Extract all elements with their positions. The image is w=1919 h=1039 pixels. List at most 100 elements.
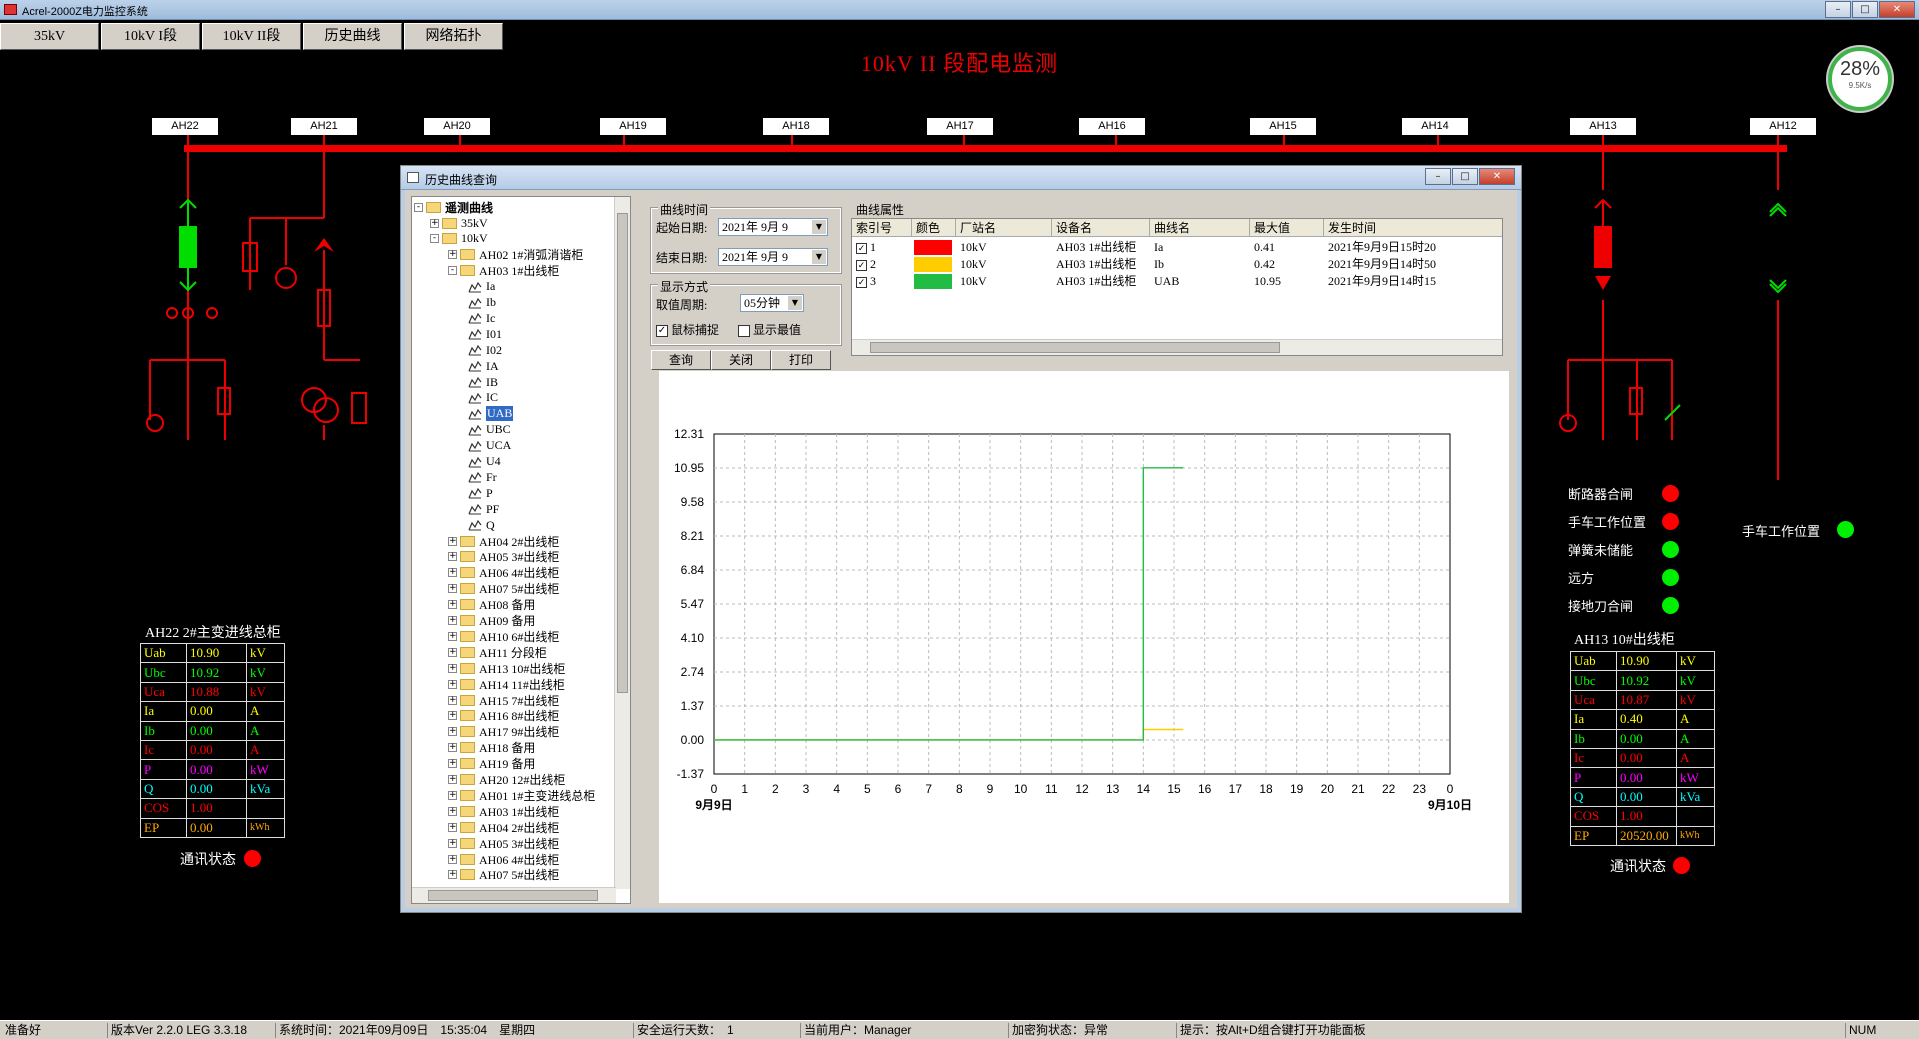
cabinet-label-ah20[interactable]: AH20 bbox=[424, 118, 490, 135]
cursor-capture-checkbox[interactable]: ✓ bbox=[656, 325, 668, 338]
tree-curve-item[interactable]: UCA bbox=[468, 438, 511, 454]
tree-curve-item[interactable]: IC bbox=[468, 390, 498, 406]
tree-curve-item[interactable]: I02 bbox=[468, 342, 502, 358]
expand-icon[interactable]: + bbox=[448, 584, 457, 594]
tree-folder-item[interactable]: + AH03 1#出线柜 bbox=[448, 803, 559, 819]
cabinet-label-ah15[interactable]: AH15 bbox=[1250, 118, 1316, 135]
tree-folder-item[interactable]: + AH06 4#出线柜 bbox=[448, 851, 559, 867]
expand-icon[interactable]: + bbox=[448, 250, 457, 260]
tree-curve-item[interactable]: UBC bbox=[468, 422, 511, 438]
network-gauge[interactable]: 28% 9.5K/s bbox=[1828, 47, 1892, 111]
props-column-header[interactable]: 最大值 bbox=[1250, 219, 1324, 237]
collapse-icon[interactable]: - bbox=[430, 234, 439, 244]
cabinet-label-ah14[interactable]: AH14 bbox=[1402, 118, 1468, 135]
tree-folder-item[interactable]: + AH04 2#出线柜 bbox=[448, 533, 559, 549]
props-column-header[interactable]: 索引号 bbox=[852, 219, 912, 237]
cabinet-label-ah22[interactable]: AH22 bbox=[152, 118, 218, 135]
tree-vertical-scrollbar[interactable] bbox=[614, 197, 630, 889]
tree-curve-item[interactable]: IB bbox=[468, 374, 498, 390]
dialog-minimize-button[interactable]: – bbox=[1425, 168, 1451, 185]
end-date-picker[interactable]: 2021年 9月 9 ▼ bbox=[718, 248, 828, 266]
expand-icon[interactable]: + bbox=[448, 631, 457, 641]
expand-icon[interactable]: + bbox=[448, 647, 457, 657]
expand-icon[interactable]: + bbox=[448, 870, 457, 880]
chevron-down-icon[interactable]: ▼ bbox=[812, 220, 826, 234]
tree-curve-item[interactable]: Ic bbox=[468, 310, 495, 326]
close-button[interactable]: ✕ bbox=[1879, 1, 1915, 18]
curve-visible-checkbox[interactable]: ✓ bbox=[856, 276, 867, 288]
props-color-swatch[interactable] bbox=[914, 240, 952, 255]
expand-icon[interactable]: + bbox=[448, 822, 457, 832]
expand-icon[interactable]: + bbox=[448, 806, 457, 816]
tree-folder-item[interactable]: + AH19 备用 bbox=[448, 756, 535, 772]
expand-icon[interactable]: + bbox=[448, 552, 457, 562]
tree-folder-item[interactable]: + AH07 5#出线柜 bbox=[448, 867, 559, 883]
collapse-icon[interactable]: - bbox=[414, 202, 423, 212]
tree-curve-item[interactable]: Fr bbox=[468, 469, 497, 485]
period-select[interactable]: 05分钟 ▼ bbox=[740, 294, 804, 312]
props-column-header[interactable]: 厂站名 bbox=[956, 219, 1052, 237]
tree-horizontal-scrollbar[interactable] bbox=[412, 887, 616, 903]
props-column-header[interactable]: 发生时间 bbox=[1324, 219, 1502, 237]
chevron-down-icon[interactable]: ▼ bbox=[788, 296, 802, 310]
props-row[interactable]: ✓ 3 10kV AH03 1#出线柜 UAB 10.95 2021年9月9日14时15 bbox=[852, 273, 1502, 290]
cabinet-label-ah17[interactable]: AH17 bbox=[927, 118, 993, 135]
tree-folder-item[interactable]: + AH08 备用 bbox=[448, 597, 535, 613]
cabinet-label-ah19[interactable]: AH19 bbox=[600, 118, 666, 135]
curve-visible-checkbox[interactable]: ✓ bbox=[856, 242, 867, 254]
tree-folder-item[interactable]: + AH05 3#出线柜 bbox=[448, 835, 559, 851]
tree-folder-item[interactable]: + AH01 1#主变进线总柜 bbox=[448, 787, 595, 803]
curve-tree[interactable]: - 遥测曲线 +35kV -10kV + AH02 1#消弧消谐柜 - AH03 1#出线柜 I… bbox=[411, 196, 631, 904]
props-color-swatch[interactable] bbox=[914, 274, 952, 289]
query-button[interactable]: 查询 bbox=[651, 350, 711, 370]
expand-icon[interactable]: + bbox=[448, 711, 457, 721]
expand-icon[interactable]: + bbox=[448, 838, 457, 848]
expand-icon[interactable]: + bbox=[448, 727, 457, 737]
expand-icon[interactable]: + bbox=[448, 775, 457, 784]
props-color-swatch[interactable] bbox=[914, 257, 952, 272]
print-button[interactable]: 打印 bbox=[771, 350, 831, 370]
expand-icon[interactable]: + bbox=[448, 695, 457, 705]
curve-props-list[interactable]: 索引号 颜色 厂站名 设备名 曲线名 最大值 发生时间 ✓ 1 10kV AH03 1#出线柜 I… bbox=[851, 218, 1503, 356]
tree-folder-item[interactable]: + AH06 4#出线柜 bbox=[448, 565, 559, 581]
history-chart[interactable]: 12.31 10.95 9.58 8.21 6.84 5.47 4.10 2.74 1.37 0.… bbox=[659, 371, 1509, 903]
collapse-icon[interactable]: - bbox=[448, 266, 457, 276]
start-date-picker[interactable]: 2021年 9月 9 ▼ bbox=[718, 218, 828, 236]
tree-curve-item[interactable]: P bbox=[468, 485, 493, 501]
tree-folder-item[interactable]: + AH17 9#出线柜 bbox=[448, 724, 559, 740]
tree-folder-item[interactable]: - AH03 1#出线柜 bbox=[448, 263, 559, 279]
props-row[interactable]: ✓ 2 10kV AH03 1#出线柜 Ib 0.42 2021年9月9日14时50 bbox=[852, 256, 1502, 273]
show-max-checkbox[interactable] bbox=[738, 325, 750, 338]
tree-folder-item[interactable]: + AH02 1#消弧消谐柜 bbox=[448, 247, 583, 263]
expand-icon[interactable]: + bbox=[430, 218, 439, 228]
tree-folder-item[interactable]: + AH14 11#出线柜 bbox=[448, 676, 565, 692]
tree-folder-item[interactable]: + AH16 8#出线柜 bbox=[448, 708, 559, 724]
props-column-header[interactable]: 设备名 bbox=[1052, 219, 1150, 237]
props-column-header[interactable]: 颜色 bbox=[912, 219, 956, 237]
maximize-button[interactable]: □ bbox=[1852, 1, 1878, 18]
expand-icon[interactable]: + bbox=[448, 536, 457, 546]
close-dialog-button[interactable]: 关闭 bbox=[711, 350, 771, 370]
tree-curve-item[interactable]: U4 bbox=[468, 454, 501, 470]
tree-curve-item[interactable]: UAB bbox=[468, 406, 514, 422]
props-horizontal-scrollbar[interactable] bbox=[852, 339, 1502, 355]
props-column-header[interactable]: 曲线名 bbox=[1150, 219, 1250, 237]
tree-folder-item[interactable]: + AH10 6#出线柜 bbox=[448, 628, 559, 644]
expand-icon[interactable]: + bbox=[448, 790, 457, 800]
curve-visible-checkbox[interactable]: ✓ bbox=[856, 259, 867, 271]
tree-folder-item[interactable]: + AH15 7#出线柜 bbox=[448, 692, 559, 708]
tree-folder-item[interactable]: + AH07 5#出线柜 bbox=[448, 581, 559, 597]
dialog-close-button[interactable]: ✕ bbox=[1479, 168, 1515, 185]
dialog-maximize-button[interactable]: □ bbox=[1452, 168, 1478, 185]
minimize-button[interactable]: – bbox=[1825, 1, 1851, 18]
cabinet-label-ah16[interactable]: AH16 bbox=[1079, 118, 1145, 135]
expand-icon[interactable]: + bbox=[448, 568, 457, 578]
tree-folder-item[interactable]: + AH18 备用 bbox=[448, 740, 535, 756]
tree-folder-item[interactable]: + AH20 12#出线柜 bbox=[448, 772, 565, 788]
chevron-down-icon[interactable]: ▼ bbox=[812, 250, 826, 264]
tree-folder-item[interactable]: +35kV bbox=[430, 215, 488, 231]
tree-root[interactable]: - 遥测曲线 bbox=[414, 199, 493, 215]
expand-icon[interactable]: + bbox=[448, 743, 457, 753]
cabinet-label-ah21[interactable]: AH21 bbox=[291, 118, 357, 135]
cabinet-label-ah13[interactable]: AH13 bbox=[1570, 118, 1636, 135]
